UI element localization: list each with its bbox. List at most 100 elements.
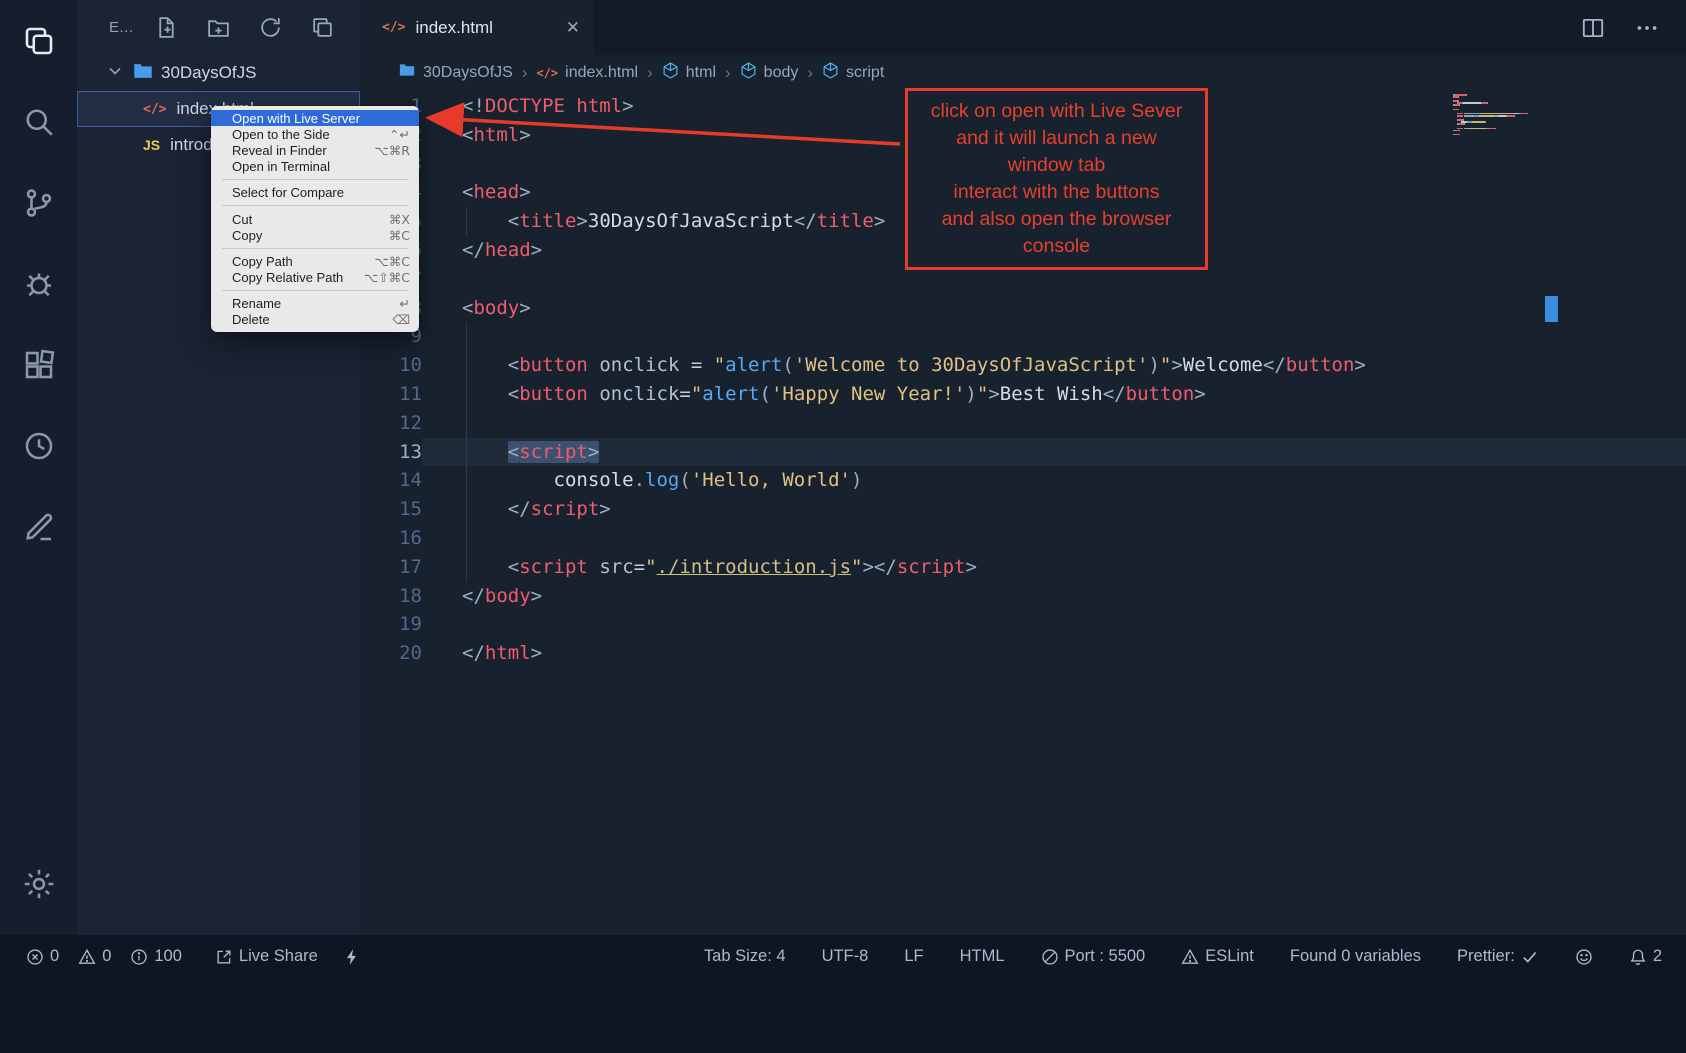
indent-guide (466, 207, 467, 236)
close-tab-icon[interactable]: ✕ (566, 18, 580, 38)
breadcrumb-folder[interactable]: 30DaysOfJS (398, 61, 513, 84)
code-line-9[interactable]: 9 (360, 322, 1686, 351)
explorer-icon[interactable] (20, 22, 58, 60)
code-line-18[interactable]: 18</body> (360, 582, 1686, 611)
info-icon (130, 948, 148, 966)
prettier-status[interactable]: Prettier: (1457, 947, 1539, 966)
annotation-line: window tab (910, 152, 1203, 179)
menu-item-shortcut: ⌘X (389, 212, 410, 227)
symbol-cube-icon (662, 62, 679, 84)
new-file-icon[interactable] (154, 15, 179, 40)
run-debug-icon[interactable] (20, 265, 58, 303)
menu-item-reveal-in-finder[interactable]: Reveal in Finder⌥⌘R (211, 142, 419, 158)
breadcrumb-file[interactable]: </> index.html (536, 64, 638, 82)
line-number: 10 (360, 351, 422, 380)
menu-item-label: Cut (232, 212, 252, 227)
menu-item-open-with-live-server[interactable]: Open with Live Server (211, 110, 419, 126)
line-number: 16 (360, 524, 422, 553)
menu-item-rename[interactable]: Rename↵ (211, 296, 419, 312)
code-line-11[interactable]: 11 <button onclick="alert('Happy New Yea… (360, 380, 1686, 409)
history-icon[interactable] (20, 427, 58, 465)
minimap-line (1453, 134, 1545, 136)
code-line-14[interactable]: 14 console.log('Hello, World') (360, 466, 1686, 495)
feedback-smiley[interactable] (1575, 948, 1593, 966)
chevron-down-icon (105, 61, 125, 86)
breadcrumb-label: html (686, 64, 716, 82)
tab-size-status[interactable]: Tab Size: 4 (704, 947, 786, 966)
search-icon[interactable] (20, 103, 58, 141)
collapse-folders-icon[interactable] (310, 15, 335, 40)
line-number: 15 (360, 495, 422, 524)
code-line-8[interactable]: 8<body> (360, 294, 1686, 323)
menu-item-label: Select for Compare (232, 185, 344, 200)
eslint-status[interactable]: ESLint (1181, 947, 1254, 966)
breadcrumb-script[interactable]: script (822, 62, 884, 84)
eol-status[interactable]: LF (904, 947, 923, 966)
html-file-icon: </> (143, 102, 166, 117)
chevron-right-icon: › (647, 63, 653, 83)
annotation-line: interact with the buttons (910, 179, 1203, 206)
menu-item-copy-relative-path[interactable]: Copy Relative Path⌥⇧⌘C (211, 270, 419, 286)
bolt-status[interactable] (343, 948, 361, 966)
extensions-icon[interactable] (20, 346, 58, 384)
language-label: HTML (960, 947, 1005, 966)
line-number: 12 (360, 409, 422, 438)
menu-item-copy-path[interactable]: Copy Path⌥⌘C (211, 253, 419, 269)
settings-gear-icon[interactable] (20, 865, 58, 903)
notifications-count: 2 (1653, 947, 1662, 966)
info-status[interactable]: 100 (130, 947, 182, 966)
code-line-10[interactable]: 10 <button onclick = "alert('Welcome to … (360, 351, 1686, 380)
warning-icon (1181, 948, 1199, 966)
annotation-line: console (910, 233, 1203, 260)
tree-item-root-folder[interactable]: 30DaysOfJS (77, 55, 360, 91)
menu-item-label: Delete (232, 312, 270, 327)
code-line-20[interactable]: 20</html> (360, 639, 1686, 668)
new-folder-icon[interactable] (206, 15, 231, 40)
feedback-edit-icon[interactable] (20, 508, 58, 546)
breadcrumb: 30DaysOfJS › </> index.html › html › bod… (360, 55, 1686, 90)
line-number: 11 (360, 380, 422, 409)
breadcrumb-label: index.html (565, 64, 638, 82)
port-label: Port : 5500 (1065, 947, 1146, 966)
code-line-16[interactable]: 16 (360, 524, 1686, 553)
code-line-17[interactable]: 17 <script src="./introduction.js"></scr… (360, 553, 1686, 582)
menu-item-label: Open to the Side (232, 127, 330, 142)
errors-status[interactable]: 0 (26, 947, 59, 966)
breadcrumb-html[interactable]: html (662, 62, 716, 84)
code-line-15[interactable]: 15 </script> (360, 495, 1686, 524)
info-count: 100 (154, 947, 182, 966)
chevron-right-icon: › (725, 63, 731, 83)
tab-index-html[interactable]: </> index.html ✕ (360, 0, 595, 55)
live-share-status[interactable]: Live Share (215, 947, 318, 966)
more-actions-icon[interactable] (1634, 15, 1660, 41)
code-line-12[interactable]: 12 (360, 409, 1686, 438)
vscode-window: E... 30DaysOfJS </> index.html JS intr (0, 0, 1686, 1053)
minimap[interactable] (1453, 94, 1545, 136)
code-line-19[interactable]: 19 (360, 610, 1686, 639)
language-status[interactable]: HTML (960, 947, 1005, 966)
menu-item-delete[interactable]: Delete⌫ (211, 312, 419, 328)
breadcrumb-body[interactable]: body (740, 62, 799, 84)
bell-icon (1629, 948, 1647, 966)
error-icon (26, 948, 44, 966)
source-control-icon[interactable] (20, 184, 58, 222)
menu-item-open-to-the-side[interactable]: Open to the Side⌃↵ (211, 126, 419, 142)
menu-item-select-for-compare[interactable]: Select for Compare (211, 185, 419, 201)
refresh-icon[interactable] (258, 15, 283, 40)
menu-item-copy[interactable]: Copy⌘C (211, 227, 419, 243)
menu-separator (222, 290, 408, 291)
menu-item-cut[interactable]: Cut ⌘X (211, 211, 419, 227)
menu-item-label: Copy Relative Path (232, 270, 343, 285)
overview-ruler-marker (1545, 296, 1558, 322)
menu-item-shortcut: ⌥⌘R (374, 143, 410, 158)
warnings-status[interactable]: 0 (78, 947, 111, 966)
variables-status[interactable]: Found 0 variables (1290, 947, 1421, 966)
menu-item-open-in-terminal[interactable]: Open in Terminal (211, 159, 419, 175)
encoding-status[interactable]: UTF-8 (822, 947, 869, 966)
code-line-13[interactable]: 13 <script> (360, 438, 1686, 467)
notifications-status[interactable]: 2 (1629, 947, 1662, 966)
chevron-right-icon: › (807, 63, 813, 83)
split-editor-icon[interactable] (1580, 15, 1606, 41)
annotation-line: and also open the browser (910, 206, 1203, 233)
port-status[interactable]: Port : 5500 (1041, 947, 1146, 966)
